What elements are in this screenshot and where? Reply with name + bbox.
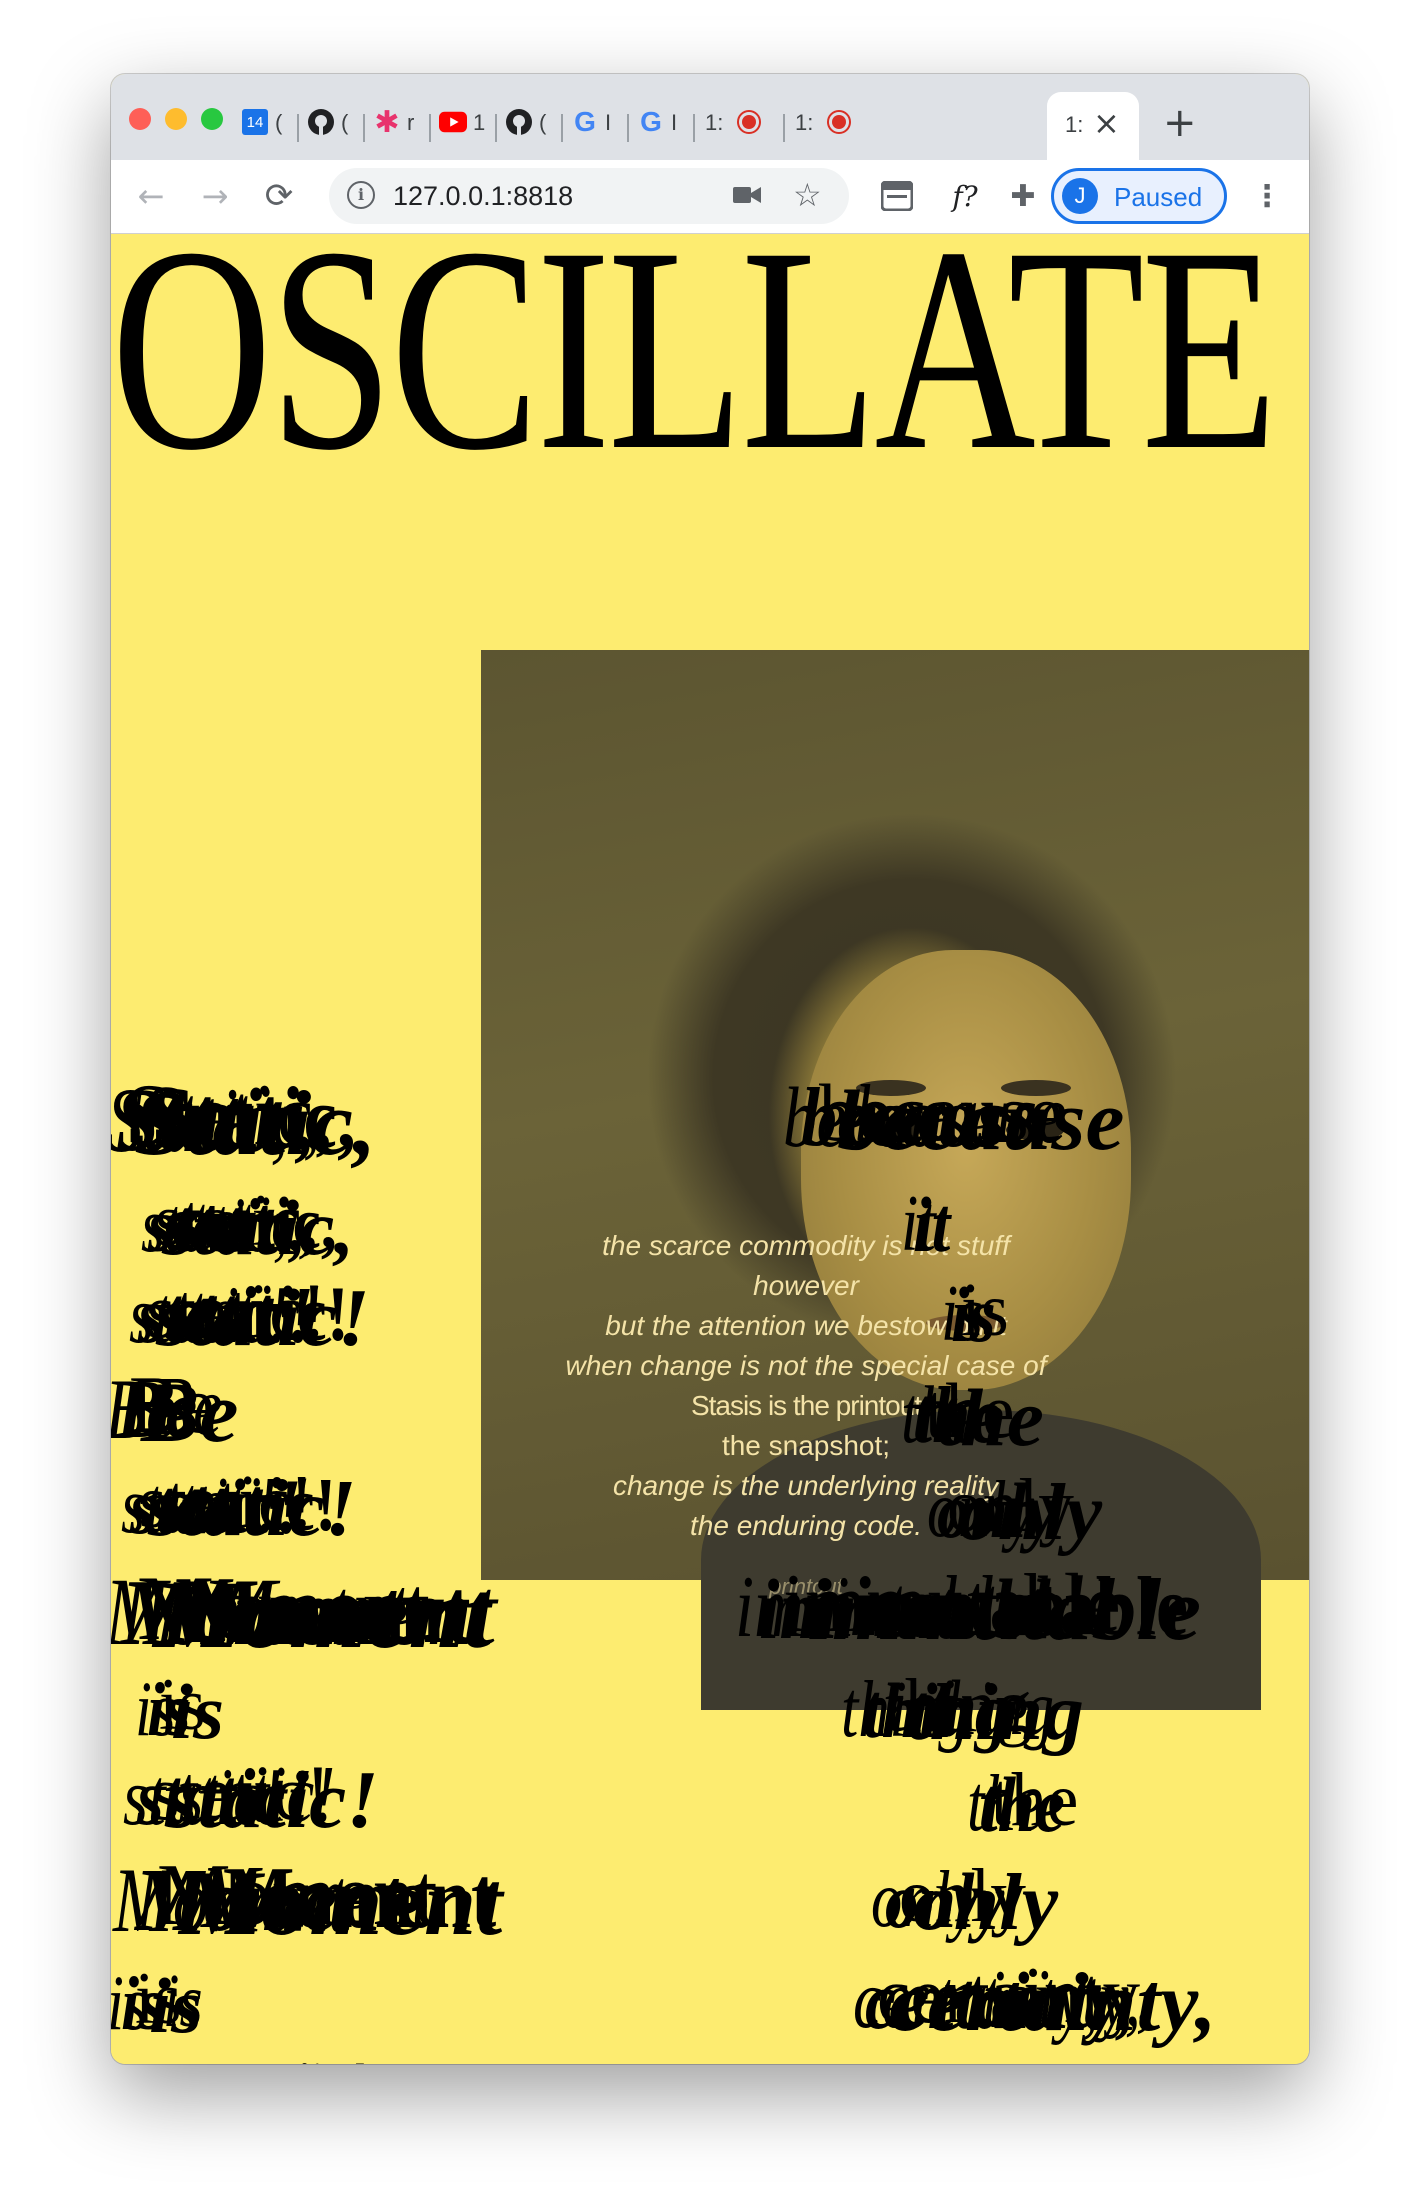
- page-content: OSCILLATE the scarce commodity is not st…: [111, 234, 1309, 2064]
- menu-kebab-icon[interactable]: ⋮: [1247, 174, 1287, 218]
- fx-extension-icon[interactable]: f?: [939, 174, 991, 218]
- tab-title: I: [605, 110, 612, 135]
- tab-separator: [783, 114, 785, 142]
- profile-button[interactable]: J Paused: [1051, 168, 1227, 224]
- tab-separator: [693, 114, 695, 142]
- camera-icon[interactable]: [733, 184, 761, 211]
- browser-window: 14 ( ( ✱ r 1 ( G I G I 1: 1: 1: × + ← → …: [111, 74, 1309, 2064]
- tab-google-2[interactable]: G I: [637, 98, 689, 144]
- tab-title: r: [407, 110, 415, 135]
- profile-status: Paused: [1114, 182, 1203, 212]
- tab-title: (: [539, 110, 547, 135]
- tab-separator: [561, 114, 563, 142]
- tab-separator: [627, 114, 629, 142]
- record-icon: [825, 108, 853, 136]
- reload-icon[interactable]: ⟳: [257, 174, 301, 218]
- tab-youtube[interactable]: 1: [439, 98, 491, 144]
- google-icon: G: [640, 106, 662, 137]
- page-title: OSCILLATE: [111, 234, 1278, 511]
- tab-title: 1:: [795, 110, 813, 135]
- left-word: Static,: [152, 1070, 356, 1167]
- close-window-button[interactable]: [129, 108, 151, 130]
- right-word: immutable: [855, 1560, 1189, 1653]
- left-word: Moment: [201, 1558, 497, 1665]
- tab-title: (: [341, 110, 349, 135]
- right-word: the: [991, 1758, 1079, 1842]
- left-word: static!: [179, 1751, 335, 1839]
- right-word: only: [957, 1469, 1103, 1557]
- back-icon[interactable]: ←: [129, 174, 173, 218]
- quote-line: however: [753, 1270, 859, 1301]
- tab-separator: [297, 114, 299, 142]
- right-word: certainty,: [901, 1952, 1141, 2043]
- right-word: thing: [929, 1664, 1055, 1751]
- quote-line: but the attention we bestow on it: [605, 1310, 1007, 1341]
- right-word: is: [961, 1268, 1009, 1352]
- tab-local-1[interactable]: 1:: [705, 98, 777, 144]
- tab-separator: [495, 114, 497, 142]
- tab-separator: [363, 114, 365, 142]
- url-text: 127.0.0.1:8818: [393, 181, 574, 211]
- tab-local-2[interactable]: 1:: [795, 98, 867, 144]
- new-tab-button[interactable]: +: [1163, 100, 1197, 146]
- left-word: Be: [153, 1360, 223, 1453]
- left-word: is: [171, 1668, 225, 1755]
- tab-github[interactable]: (: [307, 98, 359, 144]
- tab-separator: [429, 114, 431, 142]
- tab-title: I: [671, 110, 678, 135]
- tab-google[interactable]: G I: [571, 98, 623, 144]
- calendar-icon: 14: [241, 108, 269, 136]
- tab-title: 1:: [1065, 112, 1084, 137]
- quote-line: the scarce commodity is not stuff: [602, 1230, 1010, 1261]
- site-info-icon[interactable]: i: [347, 181, 375, 209]
- left-word: static!: [166, 1463, 337, 1547]
- tab-github-2[interactable]: (: [505, 98, 557, 144]
- right-word: because: [855, 1068, 1067, 1161]
- minimize-window-button[interactable]: [165, 108, 187, 130]
- tab-search-icon[interactable]: [875, 174, 919, 218]
- tab-title: 1: [473, 110, 486, 135]
- left-word: static!: [215, 2051, 371, 2064]
- tab-calendar[interactable]: 14 (: [241, 98, 293, 144]
- forward-icon[interactable]: →: [193, 174, 237, 218]
- left-word: is: [163, 1959, 203, 2043]
- right-word: the: [1045, 2056, 1128, 2064]
- left-word: static,: [176, 1183, 337, 1265]
- bookmark-star-icon[interactable]: ☆: [793, 176, 822, 214]
- tab-strip: 14 ( ( ✱ r 1 ( G I G I 1: 1: 1: × +: [111, 74, 1309, 160]
- browser-toolbar: ← → ⟳ i 127.0.0.1:8818 ☆ f? ✚ J Paused ⋮: [111, 160, 1309, 234]
- right-word: it: [913, 1181, 951, 1268]
- record-icon: [735, 108, 763, 136]
- address-bar[interactable]: i 127.0.0.1:8818 ☆: [329, 168, 849, 224]
- left-word: Moment: [223, 1850, 497, 1947]
- github-icon: [505, 108, 533, 136]
- tab-active[interactable]: 1: ×: [1047, 92, 1139, 160]
- left-word: static!: [174, 1270, 350, 1357]
- tab-asterisk[interactable]: ✱ r: [373, 98, 425, 144]
- tab-title: 1:: [705, 110, 723, 135]
- tab-title: (: [275, 110, 283, 135]
- right-word: only: [913, 1859, 1059, 1947]
- github-icon: [307, 108, 335, 136]
- zoom-window-button[interactable]: [201, 108, 223, 130]
- asterisk-icon: ✱: [374, 104, 400, 140]
- avatar: J: [1062, 178, 1098, 214]
- google-icon: G: [574, 106, 596, 137]
- youtube-icon: [439, 108, 467, 136]
- close-tab-icon[interactable]: ×: [1093, 104, 1120, 142]
- extensions-puzzle-icon[interactable]: ✚: [1001, 174, 1045, 218]
- right-word: the: [937, 1372, 1044, 1463]
